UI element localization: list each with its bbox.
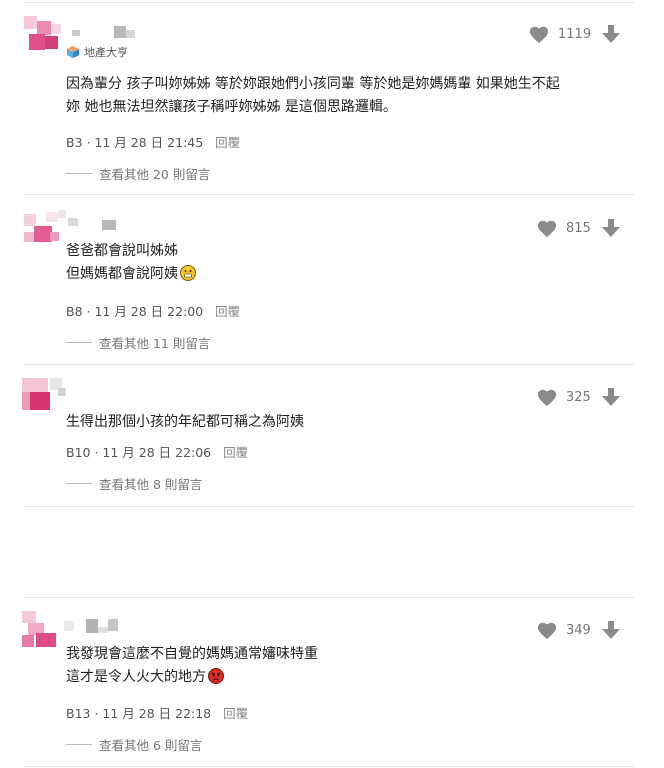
comment-text: 爸爸都會說叫姊姊 但媽媽都會說阿姨	[66, 240, 196, 286]
avatar[interactable]	[24, 16, 64, 56]
heart-icon[interactable]	[536, 620, 558, 640]
grimace-emoji-icon	[180, 265, 196, 281]
comment-text: 因為輩分 孩子叫妳姊姊 等於妳跟她們小孩同輩 等於她是妳媽媽輩 如果她生不起 妳…	[66, 76, 560, 115]
comment-b13: 我發現會這麼不自覺的媽媽通常嬸味特重 這才是令人火大的地方 B13 · 11 月…	[0, 597, 664, 766]
comment-divider	[24, 766, 634, 767]
comment-text: 生得出那個小孩的年紀都可稱之為阿姨	[66, 414, 304, 430]
like-count: 815	[566, 220, 591, 236]
down-arrow-icon[interactable]	[600, 619, 622, 641]
comment-meta: B13 · 11 月 28 日 22:18 回覆	[66, 706, 249, 721]
comment-actions: 1119	[528, 23, 622, 45]
comment-datetime: 11 月 28 日 22:18	[102, 706, 212, 721]
down-arrow-icon[interactable]	[600, 23, 622, 45]
user-badge: 地產大亨	[66, 44, 128, 60]
down-arrow-icon[interactable]	[600, 217, 622, 239]
avatar[interactable]	[22, 611, 62, 651]
comment-meta: B8 · 11 月 28 日 22:00 回覆	[66, 304, 241, 319]
reply-button[interactable]: 回覆	[223, 445, 248, 460]
view-more-replies[interactable]: 查看其他 11 則留言	[66, 333, 210, 352]
floor-number: B10	[66, 445, 91, 460]
reply-button[interactable]: 回覆	[215, 304, 240, 319]
comment-datetime: 11 月 28 日 22:06	[102, 445, 212, 460]
floor-number: B8	[66, 304, 83, 319]
comment-datetime: 11 月 28 日 21:45	[94, 135, 204, 150]
like-count: 325	[566, 389, 591, 405]
floor-number: B3	[66, 135, 83, 150]
reply-button[interactable]: 回覆	[223, 706, 248, 721]
comment-actions: 815	[536, 217, 622, 239]
floor-number: B13	[66, 706, 91, 721]
avatar[interactable]	[22, 378, 66, 418]
cube-badge-icon	[66, 45, 80, 59]
comment-divider	[24, 506, 634, 507]
comment-actions: 349	[536, 619, 622, 641]
comment-b3: 地產大亨 因為輩分 孩子叫妳姊姊 等於妳跟她們小孩同輩 等於她是妳媽媽輩 如果她…	[0, 0, 664, 194]
view-more-replies[interactable]: 查看其他 20 則留言	[66, 164, 210, 183]
heart-icon[interactable]	[528, 24, 550, 44]
like-count: 349	[566, 622, 591, 638]
reply-button[interactable]: 回覆	[215, 135, 240, 150]
comment-datetime: 11 月 28 日 22:00	[94, 304, 204, 319]
comment-meta: B10 · 11 月 28 日 22:06 回覆	[66, 445, 249, 460]
view-more-replies[interactable]: 查看其他 6 則留言	[66, 735, 202, 754]
badge-label: 地產大亨	[84, 46, 128, 59]
angry-emoji-icon	[208, 668, 224, 684]
comment-actions: 325	[536, 386, 622, 408]
down-arrow-icon[interactable]	[600, 386, 622, 408]
comment-b8: 爸爸都會說叫姊姊 但媽媽都會說阿姨 B8 · 11 月 28 日 22:00 回…	[0, 194, 664, 364]
comment-text: 我發現會這麼不自覺的媽媽通常嬸味特重 這才是令人火大的地方	[66, 646, 318, 685]
view-more-replies[interactable]: 查看其他 8 則留言	[66, 474, 202, 493]
comment-b10: 生得出那個小孩的年紀都可稱之為阿姨 B10 · 11 月 28 日 22:06 …	[0, 364, 664, 506]
heart-icon[interactable]	[536, 218, 558, 238]
like-count: 1119	[558, 26, 592, 42]
comment-meta: B3 · 11 月 28 日 21:45 回覆	[66, 135, 241, 150]
heart-icon[interactable]	[536, 387, 558, 407]
